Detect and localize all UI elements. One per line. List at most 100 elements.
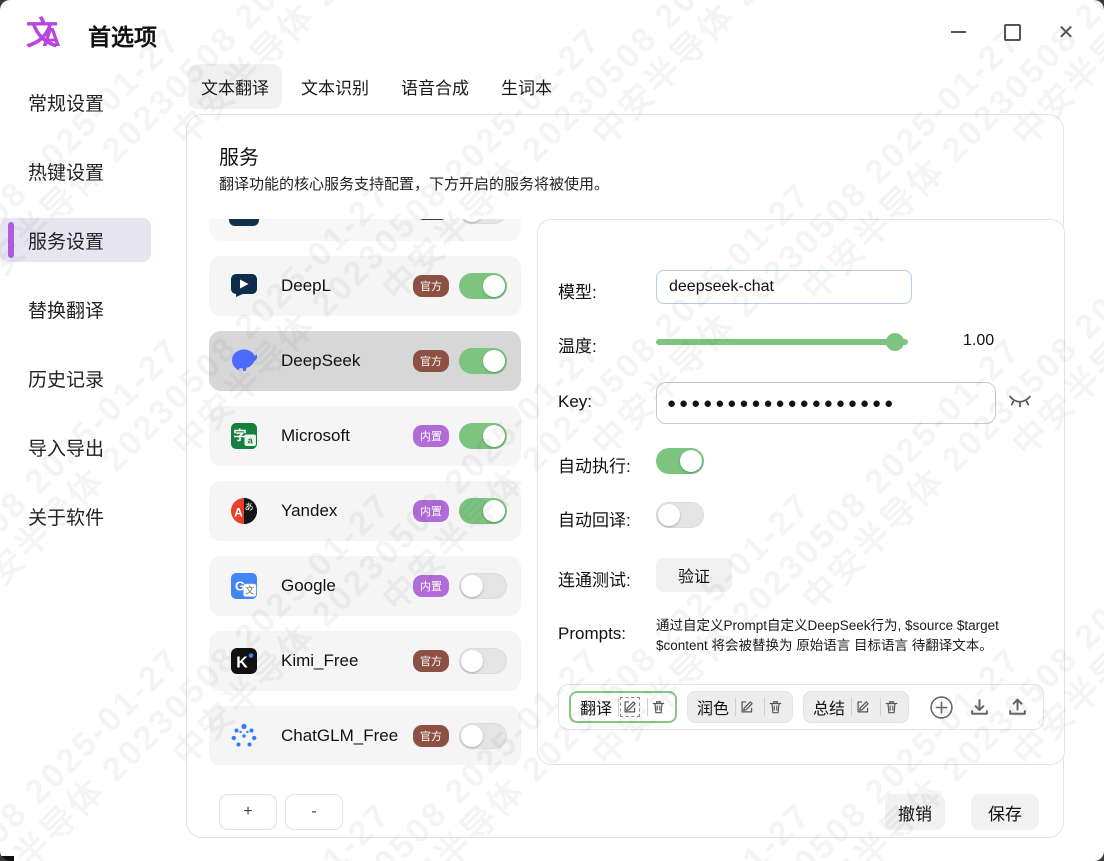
tab-文本翻译[interactable]: 文本翻译 (188, 64, 282, 109)
microsoft-logo-icon: 字a (229, 421, 259, 451)
eye-closed-icon[interactable] (1008, 394, 1032, 414)
add-prompt-icon[interactable] (927, 693, 955, 721)
service-row-Yandex[interactable]: Aあ Yandex内置 (209, 481, 521, 541)
prompt-chip-label: 润色 (697, 695, 729, 719)
edit-prompt-icon[interactable] (618, 698, 641, 716)
sidebar-item-关于软件[interactable]: 关于软件 (0, 494, 186, 538)
service-name: Google (281, 576, 413, 596)
service-toggle[interactable] (459, 219, 507, 224)
sidebar-item-label: 常规设置 (28, 89, 104, 116)
auto-back-translate-toggle[interactable] (656, 502, 704, 528)
preferences-window: 文 A 首选项 ✕ 常规设置热键设置服务设置替换翻译历史记录导入导出关于软件 文… (0, 0, 1104, 861)
temperature-slider[interactable] (656, 332, 908, 352)
model-input[interactable] (656, 270, 912, 304)
export-prompts-icon[interactable] (1003, 693, 1031, 721)
service-row-ChatGLM_Free[interactable]: ChatGLM_Free官方 (209, 706, 521, 765)
minimize-icon[interactable] (948, 22, 968, 42)
service-enable-toggle[interactable] (459, 348, 507, 374)
sidebar-item-服务设置[interactable]: 服务设置 (0, 218, 151, 262)
prompt-chip-label: 总结 (813, 695, 845, 719)
service-name: DeepL (281, 276, 413, 296)
undo-button[interactable]: 撤销 (885, 794, 945, 830)
edit-prompt-icon[interactable] (735, 698, 758, 716)
verify-button[interactable]: 验证 (656, 558, 732, 592)
sidebar-item-常规设置[interactable]: 常规设置 (0, 80, 186, 124)
service-name: Microsoft (281, 426, 413, 446)
service-row-Kimi_Free[interactable]: KKimi_Free官方 (209, 631, 521, 691)
section-description: 翻译功能的核心服务支持配置，下方开启的服务将被使用。 (219, 173, 609, 194)
delete-prompt-icon[interactable] (764, 698, 786, 716)
service-enable-toggle[interactable] (459, 273, 507, 299)
prompts-label: Prompts: (558, 624, 626, 644)
sidebar-item-导入导出[interactable]: 导入导出 (0, 425, 186, 469)
prompts-description: 通过自定义Prompt自定义DeepSeek行为, $source $targe… (656, 616, 1040, 657)
tab-生词本[interactable]: 生词本 (488, 64, 565, 109)
service-name: Yandex (281, 501, 413, 521)
svg-text:K: K (236, 655, 248, 672)
edit-prompt-icon[interactable] (851, 698, 874, 716)
service-enable-toggle[interactable] (459, 573, 507, 599)
watermark-text: 中安半导体 20230508 2025-01-27 (0, 634, 190, 861)
yandex-logo-icon: Aあ (229, 496, 259, 526)
service-row-Microsoft[interactable]: 字a Microsoft内置 (209, 406, 521, 466)
service-name: ChatGLM_Free (281, 726, 413, 746)
sidebar-item-热键设置[interactable]: 热键设置 (0, 149, 186, 193)
maximize-icon[interactable] (1002, 22, 1022, 42)
import-prompts-icon[interactable] (965, 693, 993, 721)
prompt-chip-润色[interactable]: 润色 (687, 691, 793, 723)
add-service-button[interactable]: + (219, 794, 277, 830)
chatglm-logo-icon (229, 721, 259, 751)
delete-prompt-icon[interactable] (880, 698, 902, 716)
sidebar-item-label: 服务设置 (28, 227, 104, 254)
sidebar-item-label: 导入导出 (28, 434, 104, 461)
service-logo-icon (229, 219, 259, 226)
window-title: 首选项 (88, 18, 157, 52)
service-badge: 内置 (413, 500, 449, 522)
service-enable-toggle[interactable] (459, 498, 507, 524)
service-name: DeepSeek (281, 351, 413, 371)
delete-prompt-icon[interactable] (647, 698, 669, 716)
service-badge (415, 219, 449, 220)
titlebar: 文 A 首选项 ✕ (0, 0, 1104, 66)
active-indicator-bar (8, 222, 14, 258)
auto-execute-toggle[interactable] (656, 448, 704, 474)
service-badge: 内置 (413, 575, 449, 597)
prompt-chip-总结[interactable]: 总结 (803, 691, 909, 723)
api-key-input[interactable]: ●●●●●●●●●●●●●●●●●●● (656, 382, 996, 424)
sidebar: 常规设置热键设置服务设置替换翻译历史记录导入导出关于软件 (0, 80, 186, 563)
save-button[interactable]: 保存 (971, 794, 1039, 830)
sidebar-item-替换翻译[interactable]: 替换翻译 (0, 287, 186, 331)
tab-文本识别[interactable]: 文本识别 (288, 64, 382, 109)
service-row-Google[interactable]: G文Google内置 (209, 556, 521, 616)
prompt-chip-翻译[interactable]: 翻译 (569, 691, 677, 723)
service-list: DeepL官方DeepSeek官方字aMicrosoft内置AあYandex内置… (209, 219, 521, 765)
service-row-DeepSeek[interactable]: DeepSeek官方 (209, 331, 521, 391)
remove-service-button[interactable]: - (285, 794, 343, 830)
prompt-chip-bar: 翻译润色 总结 (558, 684, 1044, 730)
close-icon[interactable]: ✕ (1056, 22, 1076, 42)
deepl-logo-icon (229, 271, 259, 301)
tab-bar: 文本翻译文本识别语音合成生词本 (188, 64, 565, 109)
sidebar-item-label: 历史记录 (28, 365, 104, 392)
svg-text:あ: あ (244, 502, 253, 512)
sidebar-item-label: 热键设置 (28, 158, 104, 185)
settings-card: 服务 翻译功能的核心服务支持配置，下方开启的服务将被使用。 DeepL官方Dee… (186, 114, 1064, 838)
key-label: Key: (558, 392, 592, 412)
background-window-edge (0, 856, 14, 861)
kimi-logo-icon: K (229, 646, 259, 676)
service-row-partial[interactable] (209, 219, 521, 241)
sidebar-item-历史记录[interactable]: 历史记录 (0, 356, 186, 400)
svg-text:A: A (234, 506, 243, 520)
service-badge: 内置 (413, 425, 449, 447)
svg-text:文: 文 (245, 585, 254, 596)
model-label: 模型: (558, 278, 597, 303)
connectivity-label: 连通测试: (558, 566, 631, 591)
tab-语音合成[interactable]: 语音合成 (388, 64, 482, 109)
slider-knob[interactable] (886, 333, 904, 351)
service-enable-toggle[interactable] (459, 723, 507, 749)
section-title: 服务 (219, 141, 259, 170)
service-row-DeepL[interactable]: DeepL官方 (209, 256, 521, 316)
service-enable-toggle[interactable] (459, 648, 507, 674)
service-enable-toggle[interactable] (459, 423, 507, 449)
service-badge: 官方 (413, 350, 449, 372)
